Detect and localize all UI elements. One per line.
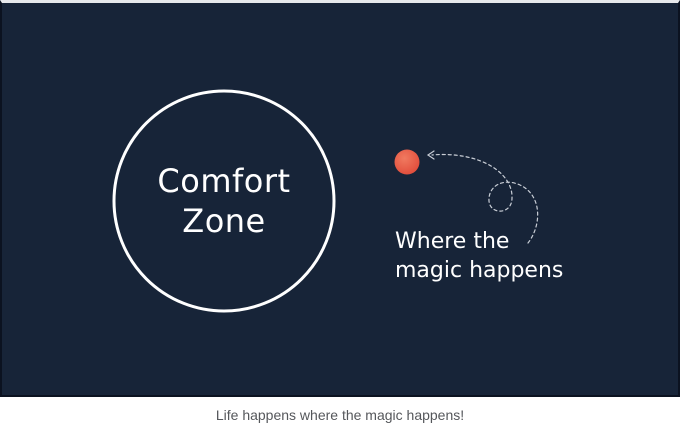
figure-caption: Life happens where the magic happens!: [215, 407, 465, 423]
diagram-canvas: [112, 89, 539, 313]
orange-dot-icon: [394, 149, 420, 175]
illustration-frame: Comfort Zone Where the magic happens: [0, 0, 680, 397]
magic-happens-label: Where the magic happens: [395, 229, 564, 283]
comfort-zone-label: Comfort Zone: [157, 162, 291, 240]
